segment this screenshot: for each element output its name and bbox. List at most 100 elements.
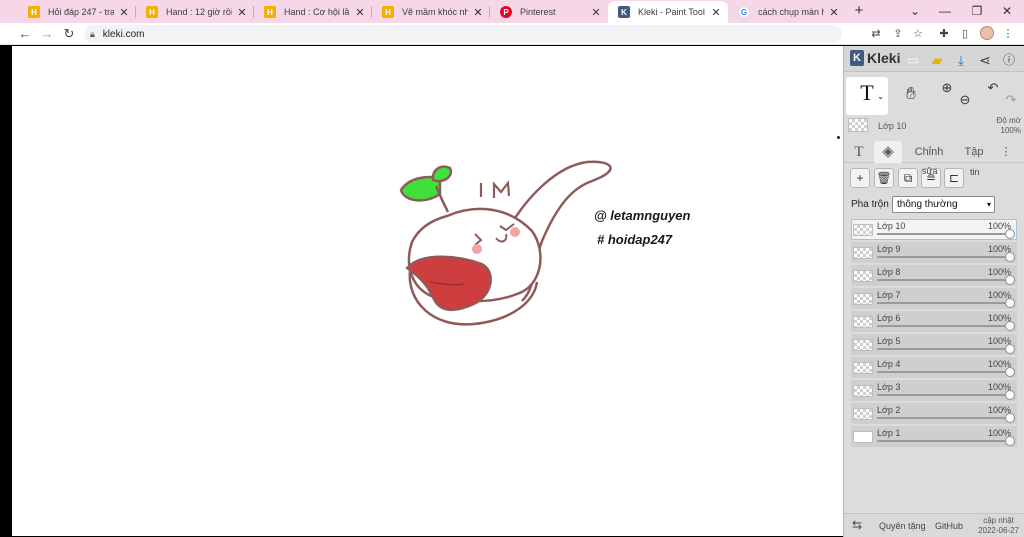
tab-file[interactable]: Tập [956,141,992,163]
layer-list: Lớp 10 100% Lớp 9 100% Lớp 8 100% Lớp 7 100%… [851,219,1017,449]
opacity-slider-handle[interactable] [1005,298,1015,308]
layer-thumbnail [853,224,873,236]
download-icon[interactable]: ⤓ [952,51,970,69]
close-icon[interactable]: ✕ [472,6,484,19]
opacity-slider-handle[interactable] [1005,321,1015,331]
browser-tab-2[interactable]: H Hand : Cơ hội lần 2 T ✕ [254,1,372,23]
browser-tab-1[interactable]: H Hand : 12 giờ rồi anh ✕ [136,1,254,23]
back-arrow-icon[interactable]: ← [16,25,34,43]
redo-icon[interactable]: ↷ [1000,89,1022,111]
add-layer-button[interactable]: + [850,168,870,188]
avatar[interactable] [980,26,994,40]
more-options-icon[interactable]: ⋮ [996,141,1016,163]
close-icon[interactable]: ✕ [828,6,840,19]
layer-item[interactable]: Lớp 5 100% [851,334,1017,355]
layer-item[interactable]: Lớp 4 100% [851,357,1017,378]
layer-thumbnail [853,362,873,374]
layer-name: Lớp 10 [877,221,906,231]
layer-item[interactable]: Lớp 6 100% [851,311,1017,332]
opacity-slider-handle[interactable] [1005,413,1015,423]
layer-item[interactable]: Lớp 3 100% [851,380,1017,401]
help-icon[interactable]: ⓘ [1000,51,1018,69]
text-tool-button[interactable]: T ⌄ [846,77,888,115]
bookmark-star-icon[interactable]: ☆ [910,26,926,42]
share-icon[interactable]: ⇪ [890,26,906,42]
duplicate-layer-button[interactable]: ⧉ [898,168,918,188]
opacity-slider-handle[interactable] [1005,436,1015,446]
browser-tab-3[interactable]: H Vẽ mầm khóc nhưng ✕ [372,1,490,23]
opacity-slider-track[interactable] [877,279,1009,281]
delete-layer-button[interactable]: 🗑︎ [874,168,894,188]
minimize-button[interactable]: — [930,0,960,22]
blend-mode-select[interactable]: thông thường ▾ [892,196,995,213]
opacity-slider-handle[interactable] [1005,367,1015,377]
opacity-slider-track[interactable] [877,233,1009,235]
layer-item[interactable]: Lớp 1 100% [851,426,1017,447]
layer-item[interactable]: Lớp 8 100% [851,265,1017,286]
close-icon[interactable]: ✕ [236,6,248,19]
opacity-slider-track[interactable] [877,325,1009,327]
browser-tab-0[interactable]: H Hỏi đáp 247 - trang tr ✕ [18,1,136,23]
tab-layers[interactable]: ◈ [874,141,902,163]
hoidap-icon: H [28,6,40,18]
opacity-slider-track[interactable] [877,256,1009,258]
reload-icon[interactable]: ↻ [60,25,78,43]
tab-text-settings[interactable]: T [846,141,872,163]
forward-arrow-icon[interactable]: → [38,25,56,43]
opacity-slider-track[interactable] [877,371,1009,373]
opacity-value: 100% [1000,126,1021,135]
layer-item[interactable]: Lớp 9 100% [851,242,1017,263]
translate-icon[interactable]: ⇄ [868,26,884,42]
extensions-icon[interactable]: ✚ [936,26,952,42]
opacity-slider-handle[interactable] [1005,229,1015,239]
swap-sides-icon[interactable]: ⇆ [852,518,862,532]
open-folder-icon[interactable]: ▰ [928,51,946,69]
share-icon[interactable]: ⋖ [976,51,994,69]
lock-icon[interactable]: 🔒︎ [90,29,95,40]
new-tab-button[interactable]: + [850,2,868,20]
opacity-slider-handle[interactable] [1005,390,1015,400]
close-icon[interactable]: ✕ [118,6,130,19]
update-info[interactable]: cập nhật 2022-06-27 [978,516,1019,536]
opacity-slider-handle[interactable] [1005,275,1015,285]
layer-item[interactable]: Lớp 10 100% [851,219,1017,240]
address-bar[interactable]: 🔒︎ kleki.com [84,25,842,43]
opacity-slider-track[interactable] [877,394,1009,396]
drawing-canvas[interactable]: @ letamnguyen # hoidap247 [12,46,843,536]
opacity-slider-track[interactable] [877,440,1009,442]
maximize-button[interactable]: ❐ [962,0,992,22]
sidebar-icon[interactable]: ▯ [957,26,973,42]
opacity-slider-track[interactable] [877,417,1009,419]
kleki-logo: K Kleki [850,50,900,66]
opacity-slider-track[interactable] [877,302,1009,304]
opacity-readout: Độ mờ 100% [997,116,1021,136]
github-link[interactable]: GitHub [935,521,963,531]
browser-tab-5[interactable]: K Kleki - Paint Tool ✕ [608,1,728,23]
info-label: tin [970,167,980,177]
donate-link[interactable]: Quyên tặng [879,521,926,531]
tab-search-icon[interactable]: ⌄ [900,0,930,22]
browser-tab-4[interactable]: P Pinterest ✕ [490,1,608,23]
opacity-slider-handle[interactable] [1005,252,1015,262]
opacity-slider-handle[interactable] [1005,344,1015,354]
chevron-down-icon: ▾ [986,200,991,209]
layer-item[interactable]: Lớp 2 100% [851,403,1017,424]
close-icon[interactable]: ✕ [710,6,722,19]
kleki-icon: K [850,50,864,66]
hand-tool-icon[interactable]: ✋︎ [900,83,922,105]
zoom-out-icon[interactable]: ⊖ [954,89,976,111]
menu-dots-icon[interactable]: ⋮ [1000,26,1016,42]
layer-thumbnail [853,293,873,305]
panel-tabs: T ◈ Chỉnh Tập ⋮ [844,139,1024,163]
tool-row: T ⌄ ✋︎ ⊕ ⊖ ↶ ↷ [844,73,1024,115]
tab-adjust[interactable]: Chỉnh [908,141,950,163]
layer-item[interactable]: Lớp 7 100% [851,288,1017,309]
rename-layer-button[interactable]: ⊏ [944,168,964,188]
opacity-slider-track[interactable] [877,348,1009,350]
browser-tab-6[interactable]: G cách chụp màn hình ✕ [728,1,846,23]
chevron-down-icon[interactable]: ⌄ [877,81,884,113]
new-image-icon[interactable]: ▭ [904,51,922,69]
close-icon[interactable]: ✕ [354,6,366,19]
close-icon[interactable]: ✕ [590,6,602,19]
close-window-button[interactable]: ✕ [992,0,1022,22]
